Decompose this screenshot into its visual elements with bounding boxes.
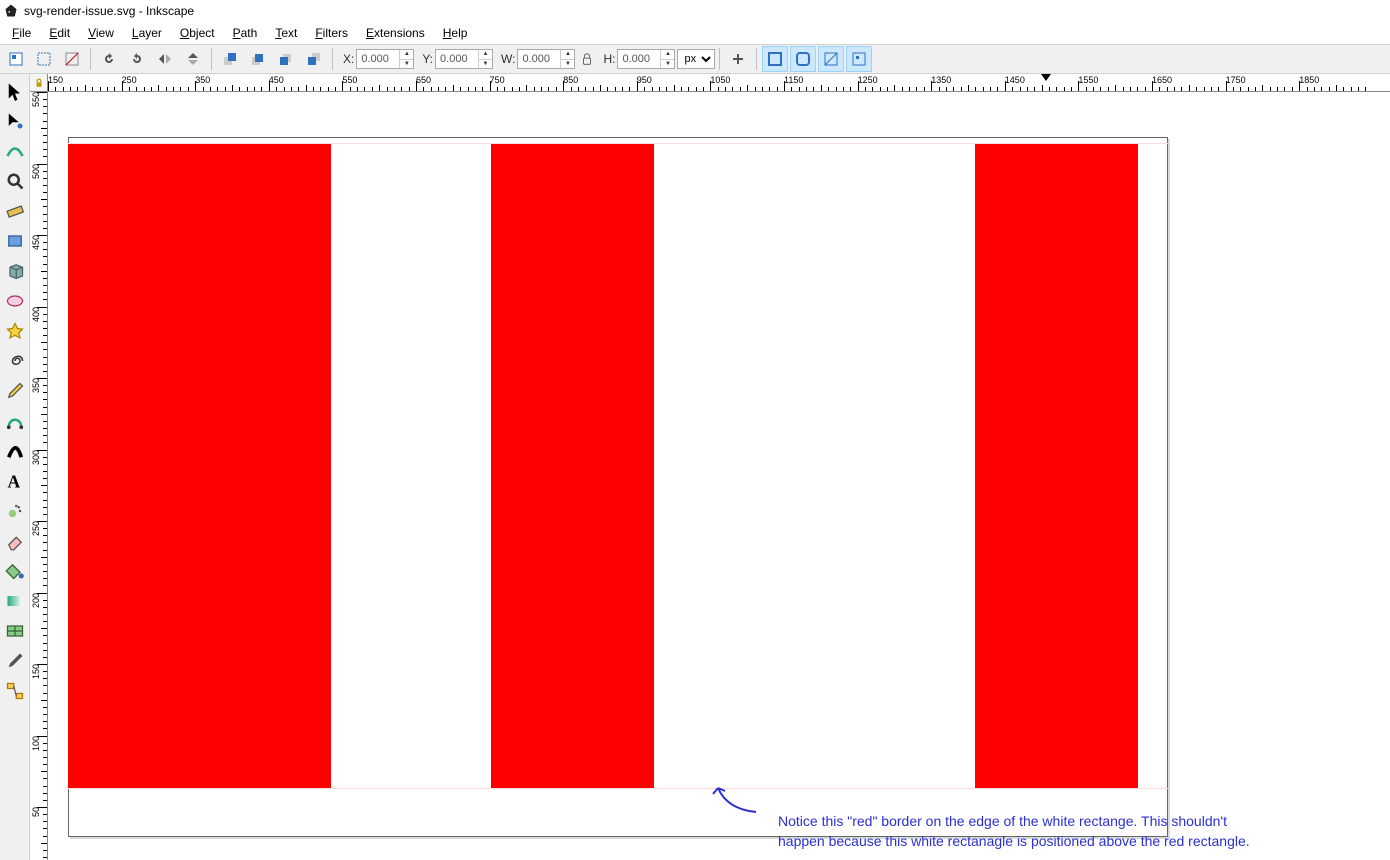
menu-extensions[interactable]: Extensions — [358, 24, 433, 42]
tool-zoom[interactable] — [1, 166, 29, 196]
tool-spiral[interactable] — [1, 346, 29, 376]
annotation-text: Notice this "red" border on the edge of … — [778, 812, 1250, 851]
red-rectangle-2[interactable] — [491, 144, 654, 788]
toolbar-separator — [719, 48, 720, 70]
annotation-arrow — [706, 782, 766, 822]
tool-dropper[interactable] — [1, 646, 29, 676]
y-input[interactable]: ▲▼ — [435, 49, 493, 69]
menu-edit[interactable]: Edit — [41, 24, 78, 42]
rotate-cw-button[interactable] — [124, 46, 150, 72]
x-label: X: — [343, 52, 354, 66]
red-bleed-line — [68, 788, 1168, 789]
toolbar-separator — [756, 48, 757, 70]
toolbar-separator — [211, 48, 212, 70]
y-label: Y: — [422, 52, 433, 66]
menu-layer[interactable]: Layer — [124, 24, 170, 42]
window-title: svg-render-issue.svg - Inkscape — [24, 4, 194, 18]
canvas[interactable]: Notice this "red" border on the edge of … — [48, 92, 1390, 860]
menu-view[interactable]: View — [80, 24, 122, 42]
tool-star[interactable] — [1, 316, 29, 346]
ruler-corner-lock-icon[interactable] — [30, 74, 48, 92]
select-all-button[interactable] — [31, 46, 57, 72]
red-rectangle-3[interactable] — [975, 144, 1138, 788]
tool-eraser[interactable] — [1, 526, 29, 556]
move-gradients-button[interactable] — [818, 46, 844, 72]
tool-bucket[interactable] — [1, 556, 29, 586]
toolbar: X: ▲▼ Y: ▲▼ W: ▲▼ H: ▲▼ px — [0, 44, 1390, 74]
toolbar-separator — [90, 48, 91, 70]
select-all-layers-button[interactable] — [3, 46, 29, 72]
x-input[interactable]: ▲▼ — [356, 49, 414, 69]
ruler-vertical[interactable]: 550500450400350300250200150100500 — [30, 92, 48, 860]
raise-button[interactable] — [245, 46, 271, 72]
deselect-button[interactable] — [59, 46, 85, 72]
scale-stroke-button[interactable] — [762, 46, 788, 72]
ruler-position-marker — [1041, 74, 1051, 81]
menu-filters[interactable]: Filters — [307, 24, 356, 42]
raise-top-button[interactable] — [217, 46, 243, 72]
tool-ellipse[interactable] — [1, 286, 29, 316]
svg-text:A: A — [7, 471, 20, 491]
red-rectangle-1[interactable] — [68, 144, 331, 788]
titlebar: svg-render-issue.svg - Inkscape — [0, 0, 1390, 22]
tool-gradient[interactable] — [1, 586, 29, 616]
menubar: FileEditViewLayerObjectPathTextFiltersEx… — [0, 22, 1390, 44]
app-icon — [4, 4, 18, 18]
scale-corners-button[interactable] — [790, 46, 816, 72]
toolbar-separator — [332, 48, 333, 70]
tool-selector[interactable] — [1, 76, 29, 106]
toolbox: A — [0, 74, 30, 860]
tool-sculpt[interactable] — [1, 136, 29, 166]
affect-move-button[interactable] — [725, 46, 751, 72]
menu-text[interactable]: Text — [267, 24, 305, 42]
menu-path[interactable]: Path — [225, 24, 266, 42]
menu-file[interactable]: File — [4, 24, 39, 42]
lock-icon[interactable] — [580, 52, 594, 66]
tool-calligraphy[interactable] — [1, 436, 29, 466]
tool-measure[interactable] — [1, 196, 29, 226]
flip-horizontal-button[interactable] — [152, 46, 178, 72]
lower-button[interactable] — [273, 46, 299, 72]
tool-pencil[interactable] — [1, 376, 29, 406]
unit-select[interactable]: px — [677, 49, 715, 69]
tool-cube[interactable] — [1, 256, 29, 286]
move-patterns-button[interactable] — [846, 46, 872, 72]
tool-rect[interactable] — [1, 226, 29, 256]
w-input[interactable]: ▲▼ — [517, 49, 575, 69]
ruler-horizontal[interactable]: 1502503504505506507508509501050115012501… — [48, 74, 1390, 92]
tool-mesh[interactable] — [1, 616, 29, 646]
h-label: H: — [603, 52, 615, 66]
tool-text[interactable]: A — [1, 466, 29, 496]
tool-spray[interactable] — [1, 496, 29, 526]
rotate-ccw-button[interactable] — [96, 46, 122, 72]
lower-bottom-button[interactable] — [301, 46, 327, 72]
tool-node[interactable] — [1, 106, 29, 136]
tool-connector[interactable] — [1, 676, 29, 706]
menu-help[interactable]: Help — [435, 24, 476, 42]
flip-vertical-button[interactable] — [180, 46, 206, 72]
w-label: W: — [501, 52, 515, 66]
h-input[interactable]: ▲▼ — [617, 49, 675, 69]
menu-object[interactable]: Object — [172, 24, 223, 42]
tool-bezier[interactable] — [1, 406, 29, 436]
